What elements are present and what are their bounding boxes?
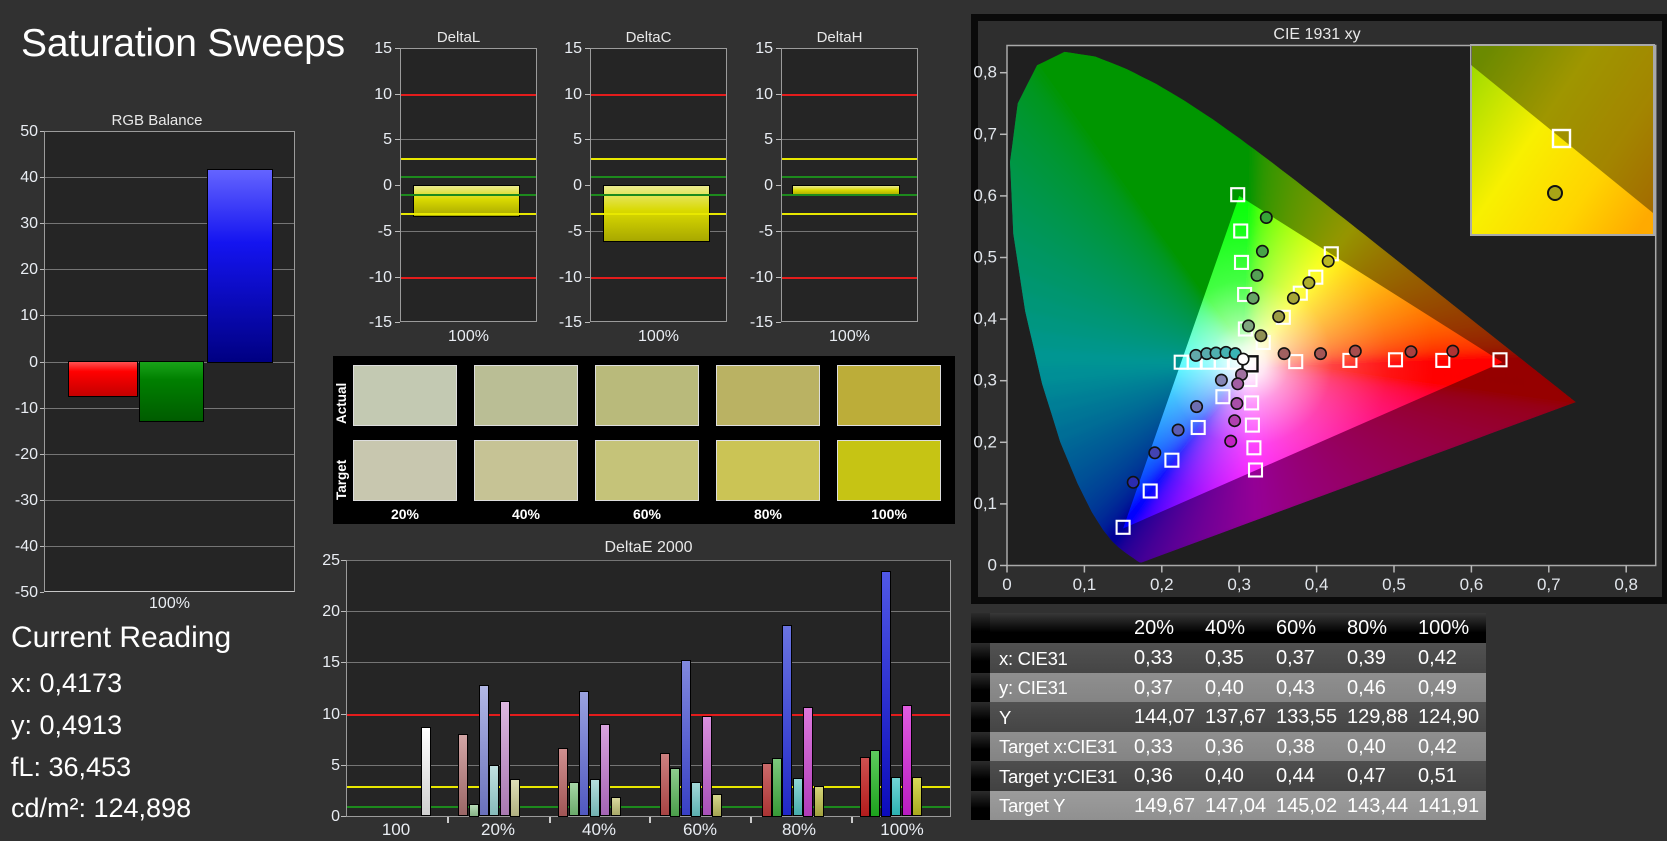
svg-text:0,1: 0,1 xyxy=(973,494,997,513)
svg-text:0,4: 0,4 xyxy=(973,309,997,328)
svg-text:0,5: 0,5 xyxy=(1382,575,1406,594)
svg-text:0,2: 0,2 xyxy=(973,432,997,451)
svg-text:0,6: 0,6 xyxy=(973,186,997,205)
svg-text:0: 0 xyxy=(1002,575,1011,594)
svg-text:0,7: 0,7 xyxy=(973,124,997,143)
svg-text:0,1: 0,1 xyxy=(1073,575,1097,594)
svg-text:0,8: 0,8 xyxy=(1614,575,1638,594)
svg-text:0,3: 0,3 xyxy=(1227,575,1251,594)
svg-text:0,8: 0,8 xyxy=(973,63,997,82)
svg-text:0,6: 0,6 xyxy=(1460,575,1484,594)
svg-text:0,5: 0,5 xyxy=(973,248,997,267)
svg-text:0,2: 0,2 xyxy=(1150,575,1174,594)
svg-text:0: 0 xyxy=(988,556,997,575)
svg-text:CIE 1931 xy: CIE 1931 xy xyxy=(1273,26,1360,43)
svg-text:0,4: 0,4 xyxy=(1305,575,1329,594)
svg-text:0,7: 0,7 xyxy=(1537,575,1561,594)
svg-text:0,3: 0,3 xyxy=(973,371,997,390)
